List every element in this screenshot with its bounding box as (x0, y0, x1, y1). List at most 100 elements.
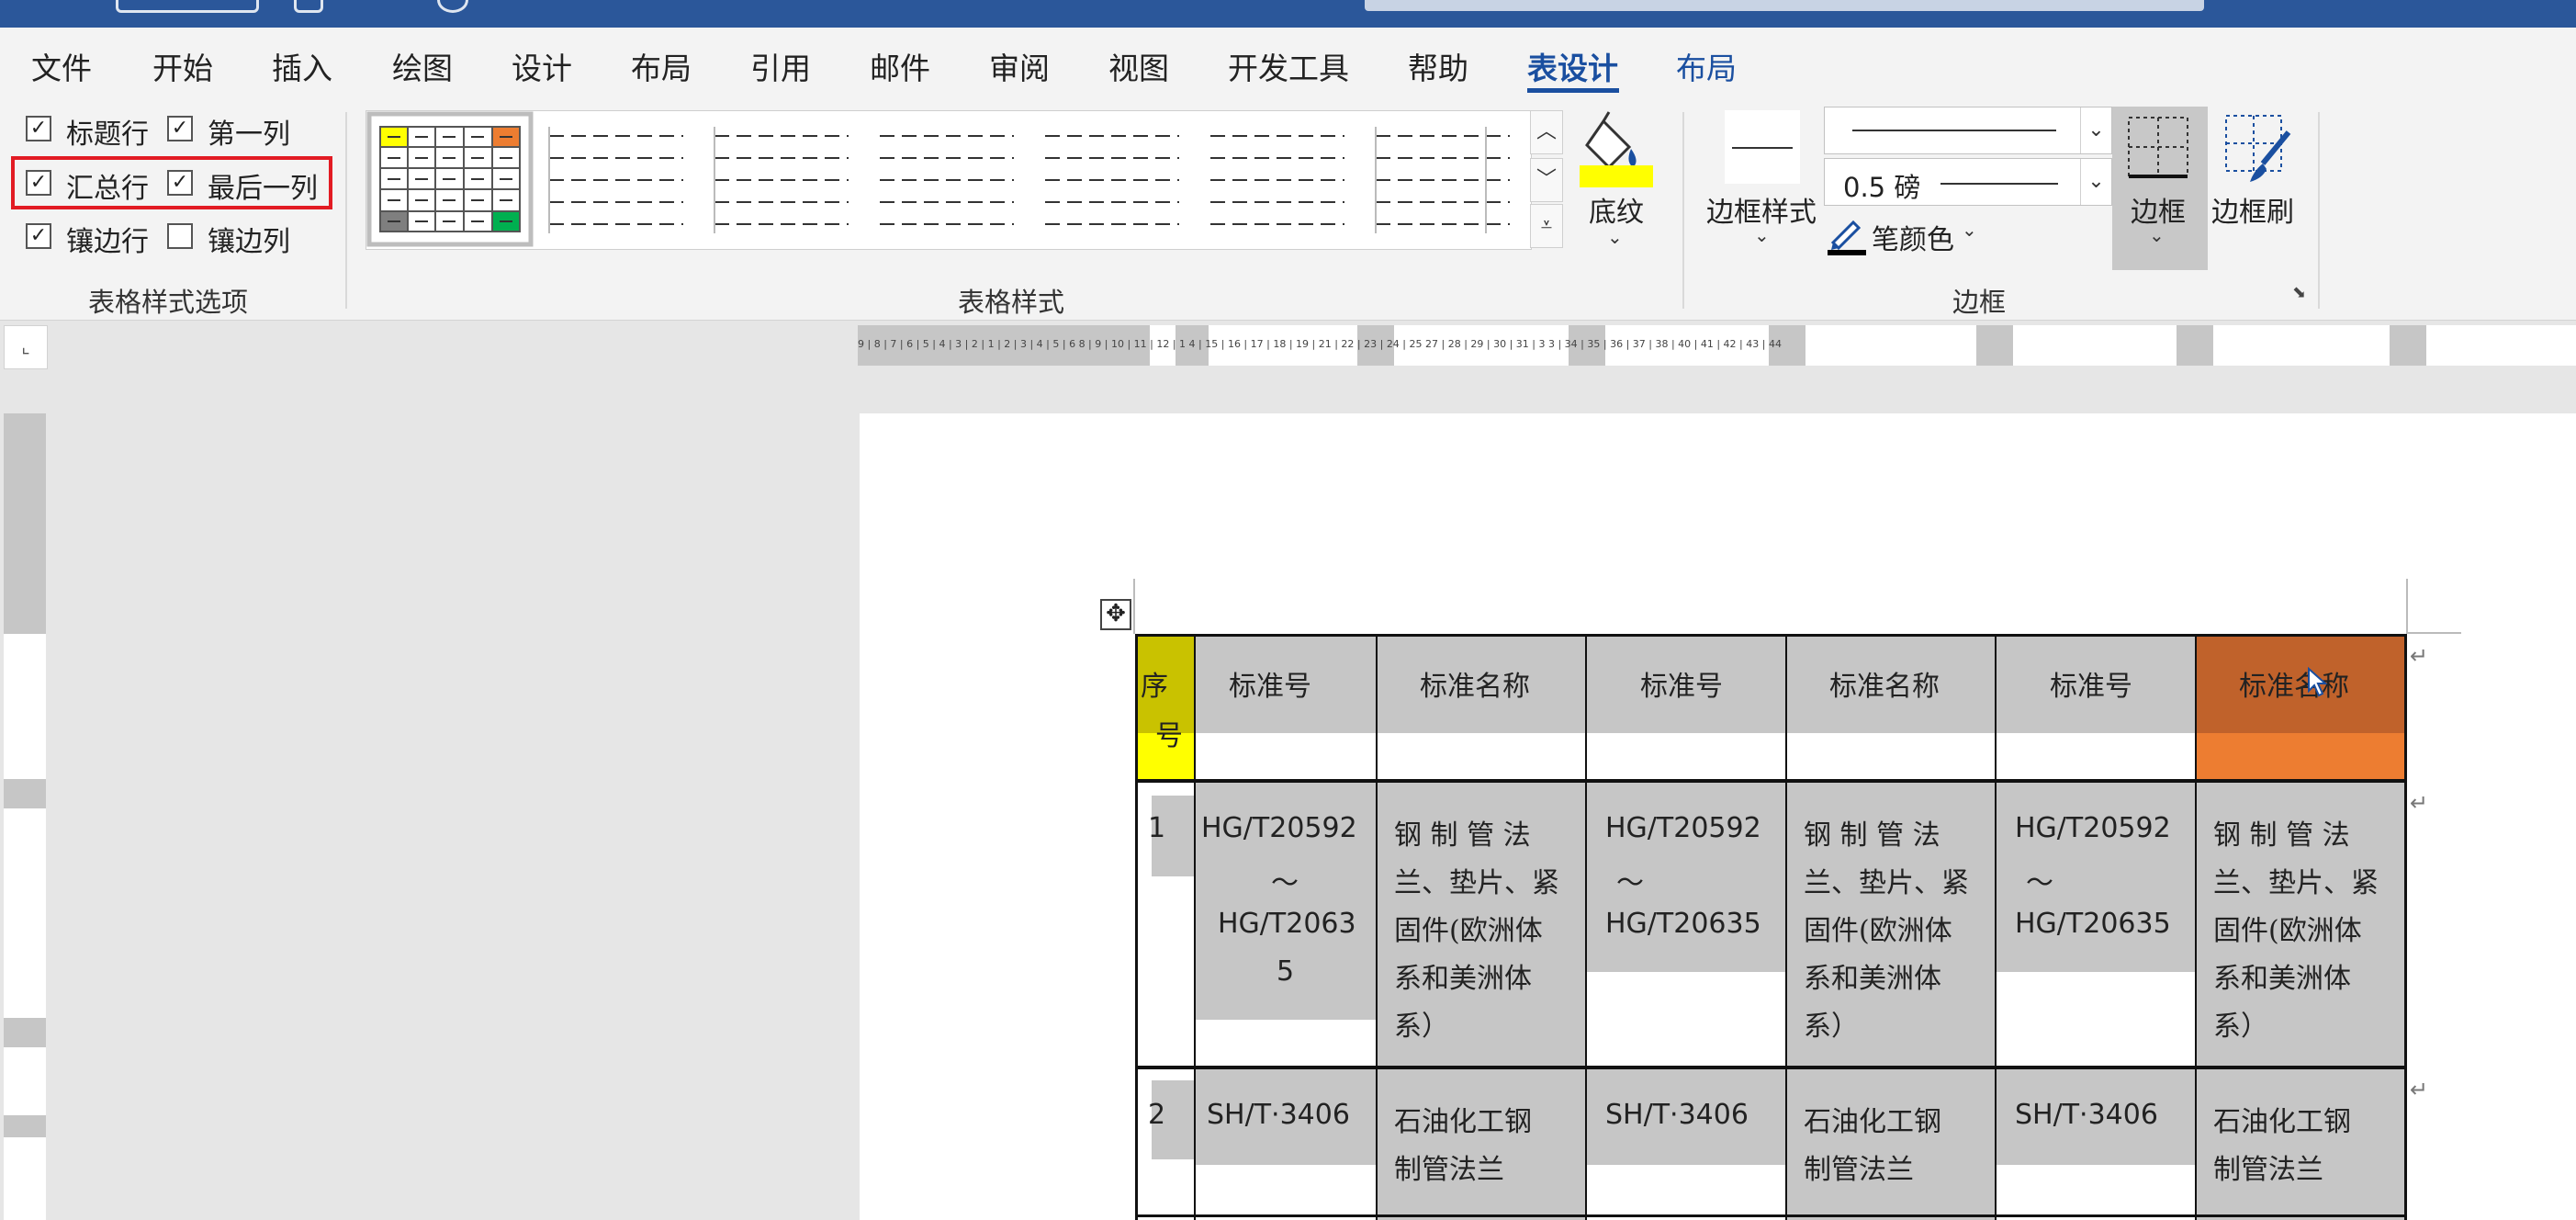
pen-color-label[interactable]: 笔颜色 (1872, 217, 1954, 257)
border-painter-label[interactable]: 边框刷 (2211, 189, 2294, 230)
table-border (1135, 634, 1138, 1220)
header-seq-char-1: 序 (1141, 671, 1168, 703)
row1-col3-line1: HG/T20592 (1605, 812, 1761, 844)
table-border (1585, 634, 1587, 1220)
shading-label[interactable]: 底纹 (1589, 189, 1644, 230)
header-col-4: 标准名称 (1829, 671, 1940, 703)
row1-col1-line2: ～ (1271, 867, 1299, 899)
row1-col6-line4: 系和美洲体 (2213, 963, 2351, 995)
borders-group-label: 边框 (1952, 287, 2007, 318)
banded-rows-checkbox[interactable]: ✓ (26, 223, 51, 249)
redo-icon[interactable] (437, 0, 468, 13)
line-style-dropdown[interactable]: ⌄ (1824, 107, 2112, 154)
row1-col6-line2: 兰、垫片、紧 (2213, 867, 2379, 899)
shading-dropdown-chevron-icon[interactable]: ⌄ (1607, 226, 1623, 248)
tab-insert[interactable]: 插入 (272, 44, 332, 88)
line-weight-chevron-icon: ⌄ (2080, 159, 2111, 205)
pen-color-icon[interactable] (1828, 215, 1868, 255)
table-border (1135, 634, 2406, 637)
gallery-more-button[interactable]: ⩡ (1530, 204, 1563, 248)
first-column-checkbox[interactable]: ✓ (167, 116, 193, 141)
border-painter-icon[interactable] (2222, 112, 2292, 186)
shading-bucket-icon[interactable] (1576, 108, 1657, 191)
table-border (1995, 634, 1997, 1220)
tab-developer[interactable]: 开发工具 (1228, 44, 1349, 88)
ruler-labels: 9 | 8 | 7 | 6 | 5 | 4 | 3 | 2 | 1 | 2 | … (858, 338, 1782, 350)
gallery-scroll-down[interactable]: ﹀ (1530, 158, 1563, 202)
row1-col1-line3: HG/T2063 (1218, 908, 1356, 940)
row2-seq: 2 (1148, 1099, 1166, 1131)
table-styles-group-label: 表格样式 (958, 287, 1065, 318)
header-col-3: 标准号 (1640, 671, 1723, 703)
row2-col2-line2: 制管法兰 (1394, 1154, 1504, 1186)
vertical-ruler[interactable] (4, 413, 46, 1220)
row2-col6-line2: 制管法兰 (2213, 1154, 2323, 1186)
borders-chevron-icon: ⌄ (2149, 224, 2165, 246)
border-styles-icon[interactable] (1725, 110, 1800, 184)
shading-color-swatch (1580, 165, 1653, 187)
menu-bar: 文件 开始 插入 绘图 设计 布局 引用 邮件 审阅 视图 开发工具 帮助 表设… (0, 28, 2576, 103)
save-icon[interactable] (294, 0, 323, 13)
end-of-row-mark: ↵ (2410, 1077, 2429, 1102)
borders-dialog-launcher-icon[interactable]: ⬊ (2292, 285, 2309, 301)
row1-seq: 1 (1148, 812, 1166, 844)
tab-help[interactable]: 帮助 (1408, 44, 1468, 88)
tab-view[interactable]: 视图 (1108, 44, 1169, 88)
row1-col1-line1: HG/T20592 (1201, 812, 1357, 844)
gallery-scroll-up[interactable]: ︿ (1530, 110, 1563, 154)
tab-draw[interactable]: 绘图 (392, 44, 453, 88)
banded-columns-checkbox[interactable] (167, 223, 193, 249)
row1-col5-line2: ～ (2026, 867, 2053, 899)
row1-col1-line4: 5 (1277, 955, 1295, 988)
last-column-checkbox[interactable]: ✓ (167, 170, 193, 196)
tab-selector-button[interactable]: ⌞ (4, 325, 48, 369)
header-col-2: 标准名称 (1420, 671, 1530, 703)
row2-col1: SH/T·3406 (1207, 1099, 1350, 1131)
row1-col3-line2: ～ (1616, 867, 1644, 899)
table-style-thumbnails[interactable] (366, 110, 1530, 248)
group-separator (1682, 112, 1684, 309)
row2-col5: SH/T·3406 (2015, 1099, 2158, 1131)
group-separator (2318, 112, 2320, 309)
pen-color-chevron-icon[interactable]: ⌄ (1962, 219, 1977, 241)
tab-home[interactable]: 开始 (152, 44, 213, 88)
tab-references[interactable]: 引用 (750, 44, 811, 88)
search-box[interactable] (1365, 0, 2204, 11)
end-of-row-mark: ↵ (2410, 790, 2429, 816)
row2-col6-line1: 石油化工钢 (2213, 1106, 2351, 1138)
border-styles-chevron-icon[interactable]: ⌄ (1754, 224, 1770, 246)
tab-file[interactable]: 文件 (31, 44, 92, 88)
tab-design[interactable]: 设计 (512, 44, 572, 88)
tab-table-layout[interactable]: 布局 (1676, 44, 1737, 88)
header-row-checkbox[interactable]: ✓ (26, 116, 51, 141)
tab-review[interactable]: 审阅 (989, 44, 1050, 88)
row1-col2-line2: 兰、垫片、紧 (1394, 867, 1559, 899)
tab-table-design[interactable]: 表设计 (1527, 44, 1618, 88)
row1-col4-line2: 兰、垫片、紧 (1804, 867, 1969, 899)
table-move-handle-icon[interactable]: ✥ (1100, 599, 1131, 630)
header-row-label: 标题行 (66, 119, 149, 151)
total-row-checkbox[interactable]: ✓ (26, 170, 51, 196)
text-boundary-mark (1133, 579, 1135, 634)
autosave-toggle[interactable] (116, 0, 259, 13)
group-separator (345, 112, 347, 309)
line-style-chevron-icon: ⌄ (2080, 107, 2111, 153)
table-style-options-group-label: 表格样式选项 (88, 287, 249, 318)
table-border (1135, 1066, 2406, 1069)
row2-cell-shade (1787, 1069, 1995, 1220)
table-border (1194, 634, 1196, 1220)
mouse-pointer-icon (2308, 667, 2328, 697)
last-column-label: 最后一列 (208, 173, 318, 205)
row2-col2-line1: 石油化工钢 (1394, 1106, 1532, 1138)
tab-mailings[interactable]: 邮件 (870, 44, 930, 88)
row2-col3: SH/T·3406 (1605, 1099, 1749, 1131)
title-bar (0, 0, 2576, 28)
horizontal-ruler[interactable]: 9 | 8 | 7 | 6 | 5 | 4 | 3 | 2 | 1 | 2 | … (858, 325, 2576, 366)
header-seq-char-2: 号 (1155, 720, 1183, 752)
row1-col4-line5: 系） (1804, 1011, 1859, 1043)
row1-col4-line1: 钢 制 管 法 (1804, 819, 1940, 852)
line-weight-dropdown[interactable]: 0.5 磅 ⌄ (1824, 158, 2112, 206)
tab-layout[interactable]: 布局 (631, 44, 692, 88)
row2-col4-line2: 制管法兰 (1804, 1154, 1914, 1186)
borders-icon (2128, 117, 2188, 178)
